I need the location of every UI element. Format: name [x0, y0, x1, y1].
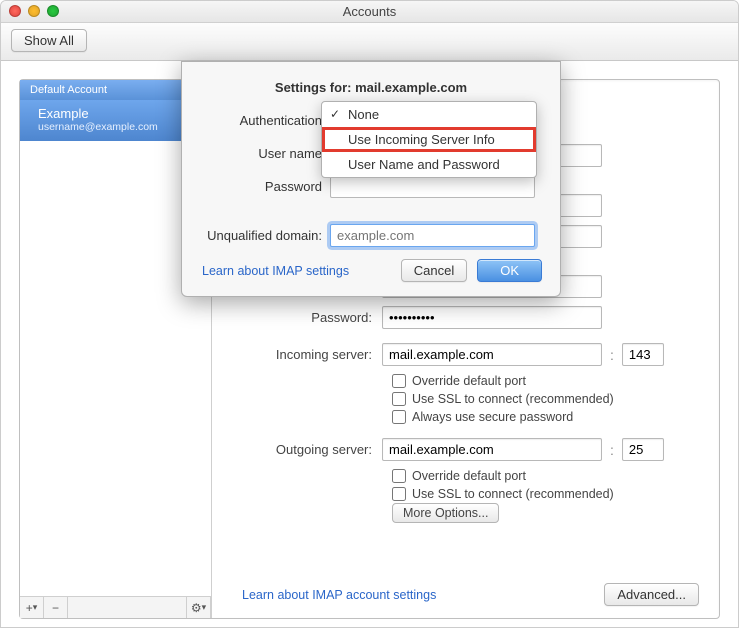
auth-option-username-password-label: User Name and Password — [348, 157, 500, 172]
incoming-port-input[interactable] — [622, 343, 664, 366]
learn-imap-account-link[interactable]: Learn about IMAP account settings — [242, 588, 436, 602]
incoming-ssl-label: Use SSL to connect (recommended) — [412, 392, 614, 406]
port-separator: : — [610, 347, 614, 363]
gear-icon — [191, 601, 202, 615]
sidebar-account-email: username@example.com — [38, 121, 201, 133]
auth-option-username-password[interactable]: User Name and Password — [322, 152, 536, 177]
incoming-ssl-checkbox[interactable] — [392, 392, 406, 406]
incoming-secure-password-checkbox[interactable] — [392, 410, 406, 424]
ok-button[interactable]: OK — [477, 259, 542, 282]
sheet-password-input[interactable] — [330, 175, 535, 198]
more-options-button[interactable]: More Options... — [392, 503, 499, 523]
incoming-server-input[interactable] — [382, 343, 602, 366]
auth-option-incoming-server-label: Use Incoming Server Info — [348, 132, 495, 147]
authentication-label: Authentication — [200, 113, 330, 128]
smtp-settings-sheet: Settings for: mail.example.com Authentic… — [181, 61, 561, 297]
sheet-heading: Settings for: mail.example.com — [200, 80, 542, 95]
incoming-override-port-label: Override default port — [412, 374, 526, 388]
outgoing-ssl-label: Use SSL to connect (recommended) — [412, 487, 614, 501]
incoming-server-label: Incoming server: — [232, 347, 382, 362]
advanced-button[interactable]: Advanced... — [604, 583, 699, 606]
add-account-button[interactable]: + — [20, 597, 44, 618]
learn-imap-settings-link[interactable]: Learn about IMAP settings — [202, 264, 349, 278]
close-window-button[interactable] — [9, 5, 21, 17]
sheet-username-label: User name — [200, 146, 330, 161]
accounts-window: Accounts Show All Default Account Exampl… — [0, 0, 739, 628]
minimize-window-button[interactable] — [28, 5, 40, 17]
window-controls — [9, 5, 59, 17]
window-title: Accounts — [343, 4, 396, 19]
unqualified-domain-label: Unqualified domain: — [200, 228, 330, 243]
sidebar-gear-button[interactable] — [187, 597, 211, 618]
toolbar: Show All — [1, 23, 738, 61]
remove-account-button[interactable]: − — [44, 597, 68, 618]
cancel-button[interactable]: Cancel — [401, 259, 467, 282]
outgoing-ssl-checkbox[interactable] — [392, 487, 406, 501]
authentication-dropdown[interactable]: ✓ None Use Incoming Server Info User Nam… — [321, 101, 537, 178]
sidebar-account-name: Example — [38, 106, 201, 121]
sidebar-footer: + − — [20, 596, 211, 618]
password-input[interactable] — [382, 306, 602, 329]
incoming-secure-password-label: Always use secure password — [412, 410, 573, 424]
outgoing-override-port-checkbox[interactable] — [392, 469, 406, 483]
port-separator-out: : — [610, 442, 614, 458]
outgoing-override-port-label: Override default port — [412, 469, 526, 483]
unqualified-domain-input[interactable] — [330, 224, 535, 247]
auth-option-none-label: None — [348, 107, 379, 122]
auth-option-incoming-server[interactable]: Use Incoming Server Info — [322, 127, 536, 152]
incoming-override-port-checkbox[interactable] — [392, 374, 406, 388]
sidebar-footer-spacer — [68, 597, 187, 618]
sheet-password-label: Password — [200, 179, 330, 194]
outgoing-port-input[interactable] — [622, 438, 664, 461]
password-label: Password: — [232, 310, 382, 325]
outgoing-server-label: Outgoing server: — [232, 442, 382, 457]
zoom-window-button[interactable] — [47, 5, 59, 17]
auth-option-none[interactable]: ✓ None — [322, 102, 536, 127]
show-all-button[interactable]: Show All — [11, 29, 87, 52]
check-icon: ✓ — [330, 107, 340, 121]
titlebar: Accounts — [1, 1, 738, 23]
outgoing-server-input[interactable] — [382, 438, 602, 461]
